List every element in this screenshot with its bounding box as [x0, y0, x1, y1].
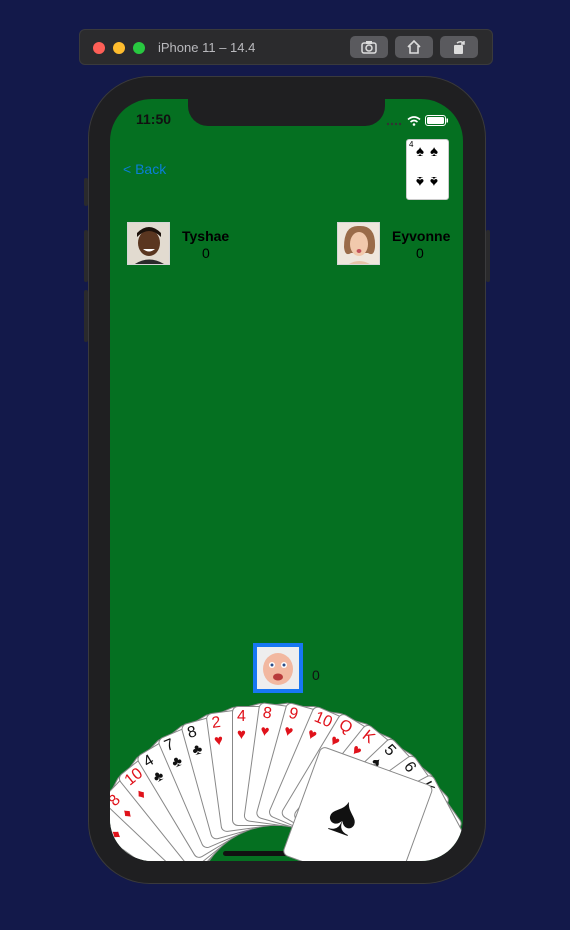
- back-button[interactable]: < Back: [123, 161, 166, 177]
- card-suit-icon: ♥: [326, 731, 343, 751]
- card-rank: 8: [261, 704, 273, 723]
- close-window-button[interactable]: [93, 42, 105, 54]
- notch: [188, 99, 385, 126]
- status-icons: [386, 113, 449, 131]
- deck-card-rank: 4: [409, 140, 414, 149]
- card-suit-icon: ♣: [169, 752, 185, 772]
- card-suit-icon: ♥: [304, 725, 320, 745]
- card-rank: 8: [185, 723, 199, 743]
- card-suit-icon: ♥: [281, 722, 296, 741]
- card-suit-icon: ♥: [237, 726, 246, 743]
- simulator-title-bar: iPhone 11 – 14.4: [79, 29, 493, 65]
- card-suit-icon: ♦: [110, 826, 126, 843]
- spade-icon: ♠: [430, 173, 438, 190]
- avatar[interactable]: [127, 222, 170, 265]
- mute-switch: [84, 178, 88, 206]
- rotate-button[interactable]: [440, 36, 478, 58]
- card-suit-icon: ♦: [110, 849, 118, 861]
- rotate-icon: [454, 40, 465, 54]
- avatar-portrait-tyshae: [128, 223, 169, 264]
- player-name: Eyvonne: [392, 228, 451, 244]
- simulator-title: iPhone 11 – 14.4: [158, 40, 256, 55]
- card-suit-icon: ♥: [259, 722, 271, 741]
- spade-icon: ♠: [320, 782, 368, 849]
- spade-icon: ♠: [416, 173, 424, 190]
- zoom-window-button[interactable]: [133, 42, 145, 54]
- card-rank: 9: [286, 704, 300, 724]
- card-suit-icon: ♦: [132, 785, 150, 804]
- minimize-window-button[interactable]: [113, 42, 125, 54]
- status-time: 11:50: [136, 111, 172, 127]
- avatar-portrait-me: [257, 647, 299, 689]
- screenshot-button[interactable]: [350, 36, 388, 58]
- avatar-portrait-eyvonne: [338, 223, 379, 264]
- game-screen: 11:50 < Back 4 ♠ ♠ ♠ ♠ Tyshae 0 Eyvonne …: [110, 99, 463, 861]
- card-suit-icon: ♣: [149, 766, 168, 787]
- card-rank: 4: [237, 708, 246, 725]
- player-score: 0: [202, 245, 210, 261]
- battery-icon: [425, 115, 448, 126]
- camera-icon: [361, 41, 377, 54]
- my-avatar[interactable]: [253, 643, 303, 693]
- deck-card[interactable]: 4 ♠ ♠ ♠ ♠: [406, 139, 449, 200]
- player-score: 0: [416, 245, 424, 261]
- wifi-icon: [407, 116, 421, 126]
- card-suit-icon: ♣: [190, 740, 205, 760]
- power-button: [486, 230, 490, 282]
- volume-down-button: [84, 290, 88, 342]
- spade-icon: ♠: [430, 143, 438, 160]
- home-button[interactable]: [395, 36, 433, 58]
- card-rank: 2: [210, 713, 222, 732]
- volume-up-button: [84, 230, 88, 282]
- signal-icon: [386, 122, 402, 126]
- player-name: Tyshae: [182, 228, 230, 244]
- spade-icon: ♠: [416, 143, 424, 160]
- card-suit-icon: ♥: [213, 731, 225, 750]
- my-score: 0: [312, 667, 320, 683]
- home-icon: [407, 39, 421, 54]
- avatar[interactable]: [337, 222, 380, 265]
- card-suit-icon: ♦: [118, 804, 137, 823]
